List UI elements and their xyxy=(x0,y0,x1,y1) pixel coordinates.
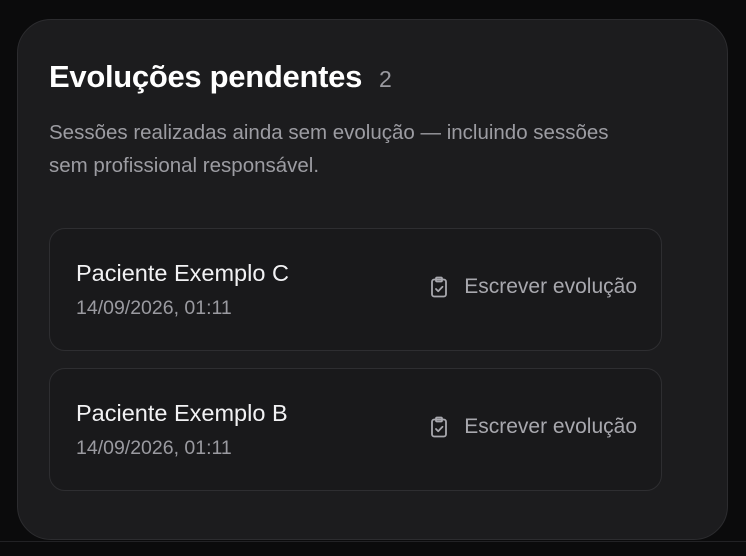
card-description: Sessões realizadas ainda sem evolução — … xyxy=(49,121,609,177)
write-evolution-button[interactable]: Escrever evolução xyxy=(427,275,637,299)
clipboard-check-icon xyxy=(431,276,448,298)
write-evolution-label: Escrever evolução xyxy=(464,275,637,298)
write-evolution-label: Escrever evolução xyxy=(464,415,637,438)
session-datetime: 14/09/2026, 01:11 xyxy=(76,297,232,319)
patient-name: Paciente Exemplo B xyxy=(76,400,288,426)
pending-count: 2 xyxy=(379,66,392,92)
clipboard-check-icon xyxy=(431,416,448,438)
patient-name: Paciente Exemplo C xyxy=(76,260,289,286)
write-evolution-button[interactable]: Escrever evolução xyxy=(427,415,637,439)
card-header: Evoluções pendentes 2 xyxy=(49,59,392,95)
session-datetime: 14/09/2026, 01:11 xyxy=(76,437,232,459)
divider xyxy=(0,541,746,542)
pending-item: Paciente Exemplo B 14/09/2026, 01:11 Esc… xyxy=(49,368,662,491)
card-title: Evoluções pendentes xyxy=(49,59,363,94)
pending-item: Paciente Exemplo C 14/09/2026, 01:11 Esc… xyxy=(49,228,662,351)
